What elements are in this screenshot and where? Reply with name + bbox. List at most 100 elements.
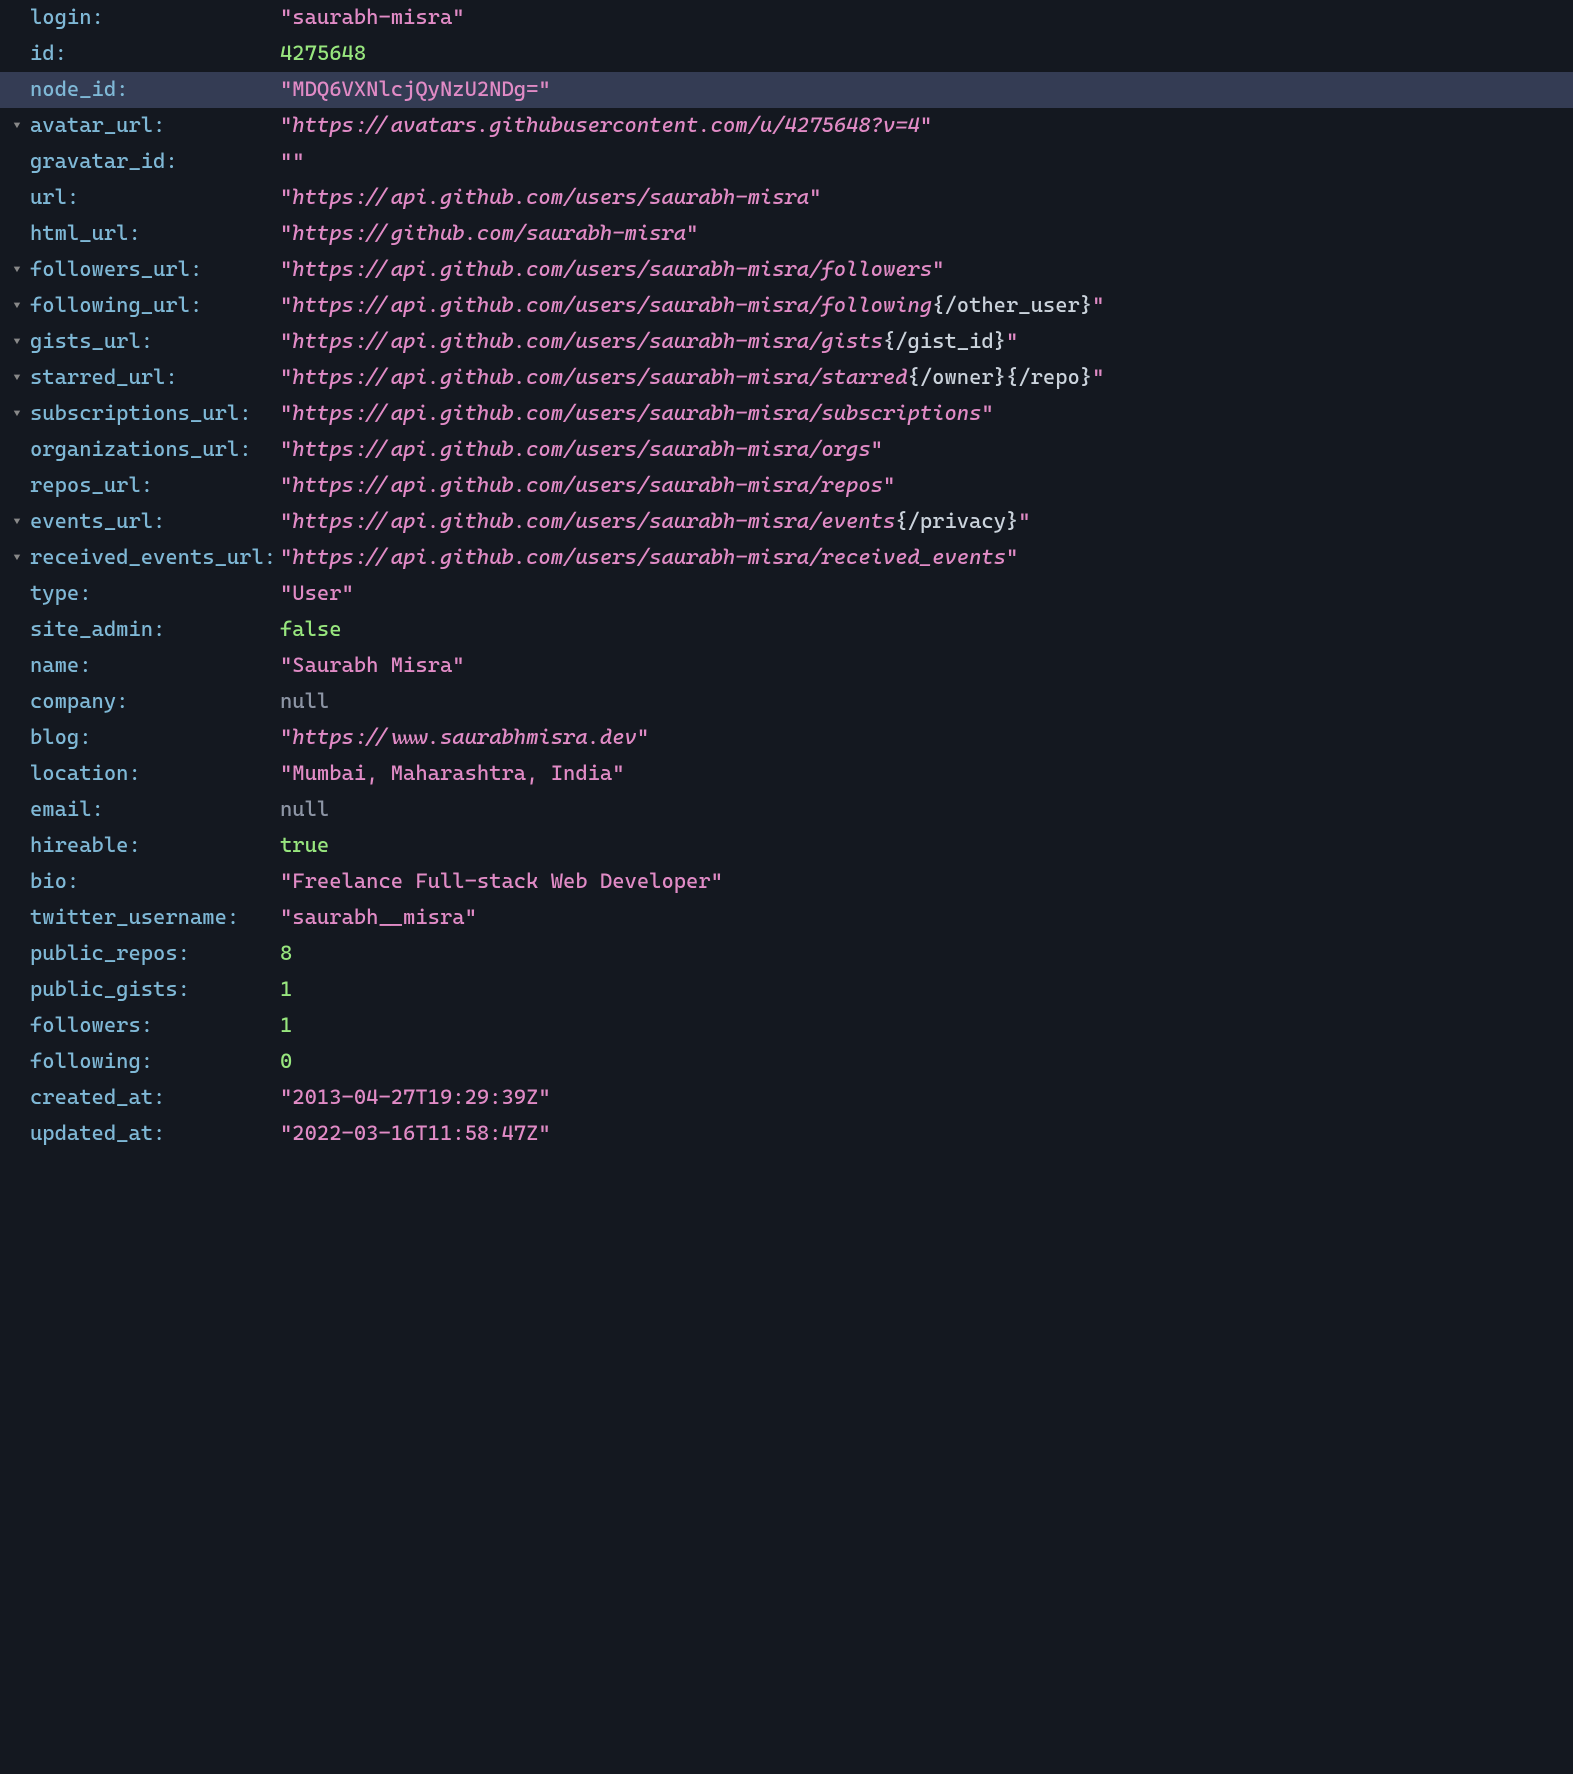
json-row-hireable[interactable]: ▼hireabletrue xyxy=(0,828,1573,864)
json-row-email[interactable]: ▼emailnull xyxy=(0,792,1573,828)
json-key: location xyxy=(30,756,280,792)
json-value: "2013-04-27T19:29:39Z" xyxy=(280,1080,551,1116)
json-row-public-gists[interactable]: ▼public_gists1 xyxy=(0,972,1573,1008)
json-row-blog[interactable]: ▼blog"https://www.saurabhmisra.dev" xyxy=(0,720,1573,756)
json-value: "https://github.com/saurabh-misra" xyxy=(280,216,698,252)
json-row-repos-url[interactable]: ▼repos_url"https://api.github.com/users/… xyxy=(0,468,1573,504)
json-key: subscriptions_url xyxy=(30,396,280,432)
json-tree: ▼login"saurabh-misra"▼id4275648▼node_id"… xyxy=(0,0,1573,1152)
json-key: hireable xyxy=(30,828,280,864)
json-row-site-admin[interactable]: ▼site_adminfalse xyxy=(0,612,1573,648)
json-key: id xyxy=(30,36,280,72)
json-key: gravatar_id xyxy=(30,144,280,180)
json-value: "2022-03-16T11:58:47Z" xyxy=(280,1116,551,1152)
json-row-followers-url[interactable]: ▼followers_url"https://api.github.com/us… xyxy=(0,252,1573,288)
json-row-following-url[interactable]: ▼following_url"https://api.github.com/us… xyxy=(0,288,1573,324)
json-key: followers_url xyxy=(30,252,280,288)
expand-toggle-icon[interactable]: ▼ xyxy=(8,333,26,352)
json-row-twitter-username[interactable]: ▼twitter_username"saurabh__misra" xyxy=(0,900,1573,936)
json-row-updated-at[interactable]: ▼updated_at"2022-03-16T11:58:47Z" xyxy=(0,1116,1573,1152)
json-value: 1 xyxy=(280,1008,292,1044)
json-key: received_events_url xyxy=(30,540,280,576)
json-row-login[interactable]: ▼login"saurabh-misra" xyxy=(0,0,1573,36)
json-value: "User" xyxy=(280,576,354,612)
expand-toggle-icon[interactable]: ▼ xyxy=(8,549,26,568)
json-row-created-at[interactable]: ▼created_at"2013-04-27T19:29:39Z" xyxy=(0,1080,1573,1116)
json-key: login xyxy=(30,0,280,36)
json-key: repos_url xyxy=(30,468,280,504)
json-key: following xyxy=(30,1044,280,1080)
json-key: node_id xyxy=(30,72,280,108)
json-key: updated_at xyxy=(30,1116,280,1152)
json-value: "https://api.github.com/users/saurabh-mi… xyxy=(280,396,994,432)
json-row-name[interactable]: ▼name"Saurabh Misra" xyxy=(0,648,1573,684)
json-key: following_url xyxy=(30,288,280,324)
json-value: 8 xyxy=(280,936,292,972)
json-row-type[interactable]: ▼type"User" xyxy=(0,576,1573,612)
json-row-company[interactable]: ▼companynull xyxy=(0,684,1573,720)
json-key: starred_url xyxy=(30,360,280,396)
json-key: avatar_url xyxy=(30,108,280,144)
expand-toggle-icon[interactable]: ▼ xyxy=(8,405,26,424)
json-row-public-repos[interactable]: ▼public_repos8 xyxy=(0,936,1573,972)
json-row-node-id[interactable]: ▼node_id"MDQ6VXNlcjQyNzU2NDg=" xyxy=(0,72,1573,108)
json-row-html-url[interactable]: ▼html_url"https://github.com/saurabh-mis… xyxy=(0,216,1573,252)
json-value: "https://api.github.com/users/saurabh-mi… xyxy=(280,504,1031,540)
json-value: "https://api.github.com/users/saurabh-mi… xyxy=(280,360,1104,396)
json-value: "" xyxy=(280,144,305,180)
json-value: false xyxy=(280,612,342,648)
json-value: "https://api.github.com/users/saurabh-mi… xyxy=(280,324,1018,360)
json-value: "https://api.github.com/users/saurabh-mi… xyxy=(280,468,895,504)
json-key: gists_url xyxy=(30,324,280,360)
expand-toggle-icon[interactable]: ▼ xyxy=(8,297,26,316)
json-row-url[interactable]: ▼url"https://api.github.com/users/saurab… xyxy=(0,180,1573,216)
json-row-subscriptions-url[interactable]: ▼subscriptions_url"https://api.github.co… xyxy=(0,396,1573,432)
json-key: url xyxy=(30,180,280,216)
json-value: "https://avatars.githubusercontent.com/u… xyxy=(280,108,932,144)
expand-toggle-icon[interactable]: ▼ xyxy=(8,117,26,136)
json-value: "https://api.github.com/users/saurabh-mi… xyxy=(280,252,944,288)
json-row-bio[interactable]: ▼bio"Freelance Full-stack Web Developer" xyxy=(0,864,1573,900)
json-row-gists-url[interactable]: ▼gists_url"https://api.github.com/users/… xyxy=(0,324,1573,360)
json-value: "https://www.saurabhmisra.dev" xyxy=(280,720,649,756)
json-value: true xyxy=(280,828,329,864)
json-value: "MDQ6VXNlcjQyNzU2NDg=" xyxy=(280,72,551,108)
json-key: twitter_username xyxy=(30,900,280,936)
json-row-starred-url[interactable]: ▼starred_url"https://api.github.com/user… xyxy=(0,360,1573,396)
json-row-gravatar-id[interactable]: ▼gravatar_id"" xyxy=(0,144,1573,180)
json-key: html_url xyxy=(30,216,280,252)
json-row-organizations-url[interactable]: ▼organizations_url"https://api.github.co… xyxy=(0,432,1573,468)
json-row-events-url[interactable]: ▼events_url"https://api.github.com/users… xyxy=(0,504,1573,540)
json-value: null xyxy=(280,684,329,720)
json-value: "saurabh-misra" xyxy=(280,0,465,36)
json-key: site_admin xyxy=(30,612,280,648)
json-value: "https://api.github.com/users/saurabh-mi… xyxy=(280,180,821,216)
json-key: company xyxy=(30,684,280,720)
expand-toggle-icon[interactable]: ▼ xyxy=(8,513,26,532)
expand-toggle-icon[interactable]: ▼ xyxy=(8,369,26,388)
json-key: public_gists xyxy=(30,972,280,1008)
json-value: 0 xyxy=(280,1044,292,1080)
json-key: organizations_url xyxy=(30,432,280,468)
json-row-location[interactable]: ▼location"Mumbai, Maharashtra, India" xyxy=(0,756,1573,792)
json-key: blog xyxy=(30,720,280,756)
json-value: "Saurabh Misra" xyxy=(280,648,465,684)
json-value: "Mumbai, Maharashtra, India" xyxy=(280,756,625,792)
json-key: created_at xyxy=(30,1080,280,1116)
json-key: bio xyxy=(30,864,280,900)
json-key: events_url xyxy=(30,504,280,540)
json-value: "Freelance Full-stack Web Developer" xyxy=(280,864,723,900)
json-value: "https://api.github.com/users/saurabh-mi… xyxy=(280,432,883,468)
expand-toggle-icon[interactable]: ▼ xyxy=(8,261,26,280)
json-row-followers[interactable]: ▼followers1 xyxy=(0,1008,1573,1044)
json-row-received-events-url[interactable]: ▼received_events_url"https://api.github.… xyxy=(0,540,1573,576)
json-value: 4275648 xyxy=(280,36,366,72)
json-value: 1 xyxy=(280,972,292,1008)
json-row-following[interactable]: ▼following0 xyxy=(0,1044,1573,1080)
json-key: public_repos xyxy=(30,936,280,972)
json-row-avatar-url[interactable]: ▼avatar_url"https://avatars.githubuserco… xyxy=(0,108,1573,144)
json-value: "saurabh__misra" xyxy=(280,900,477,936)
json-value: "https://api.github.com/users/saurabh-mi… xyxy=(280,288,1104,324)
json-key: email xyxy=(30,792,280,828)
json-row-id[interactable]: ▼id4275648 xyxy=(0,36,1573,72)
